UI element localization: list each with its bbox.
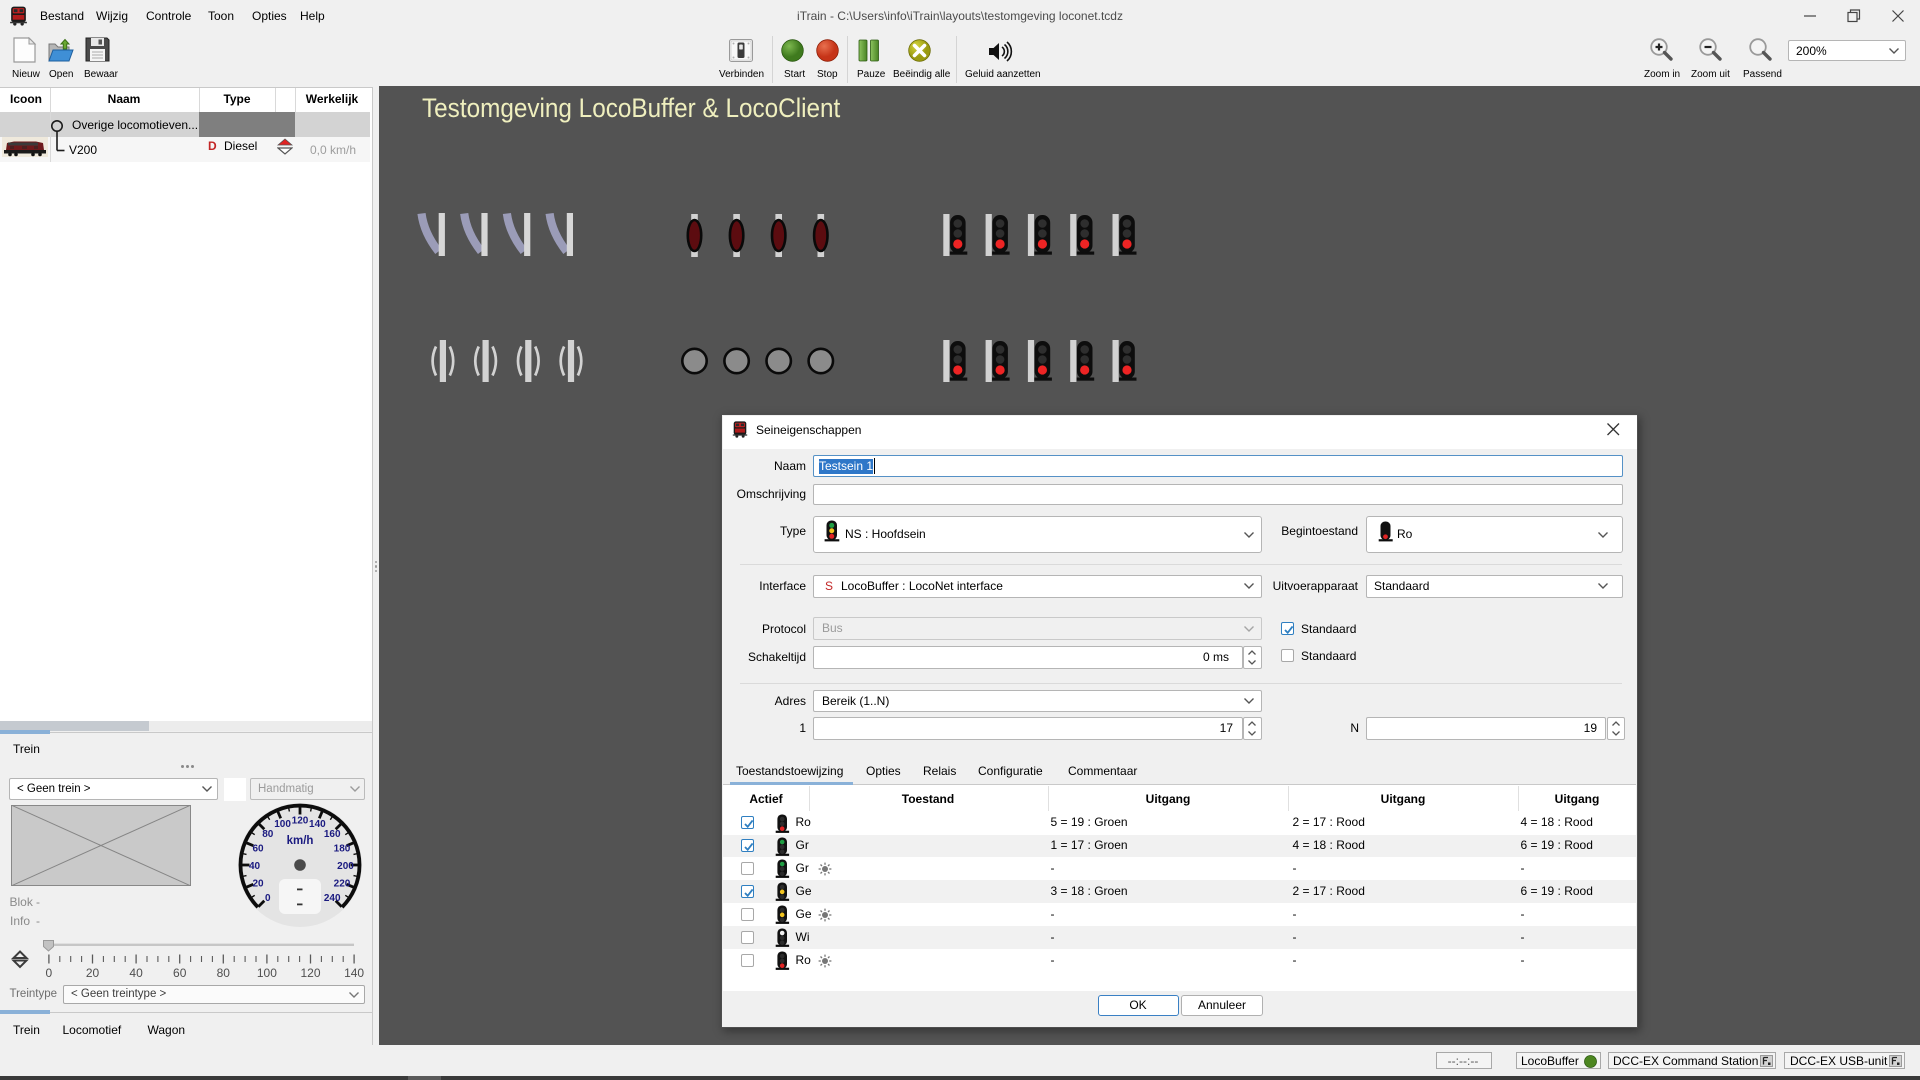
svg-text:40: 40: [249, 861, 261, 872]
svg-text:180: 180: [334, 844, 351, 855]
svg-text:240: 240: [324, 893, 341, 904]
svg-text:60: 60: [252, 844, 264, 855]
svg-text:80: 80: [262, 829, 274, 840]
svg-text:120: 120: [292, 816, 309, 827]
svg-text:20: 20: [86, 966, 100, 980]
svg-text:100: 100: [274, 819, 291, 830]
svg-text:200: 200: [337, 861, 354, 872]
svg-text:140: 140: [344, 966, 364, 980]
svg-text:60: 60: [173, 966, 187, 980]
svg-text:km/h: km/h: [287, 835, 314, 847]
svg-text:0: 0: [265, 893, 271, 904]
svg-text:120: 120: [300, 966, 320, 980]
svg-text:0: 0: [46, 966, 53, 980]
svg-text:40: 40: [129, 966, 143, 980]
svg-text:220: 220: [334, 878, 351, 889]
svg-text:100: 100: [257, 966, 277, 980]
svg-text:80: 80: [217, 966, 231, 980]
svg-text:160: 160: [324, 829, 341, 840]
svg-text:20: 20: [252, 878, 264, 889]
